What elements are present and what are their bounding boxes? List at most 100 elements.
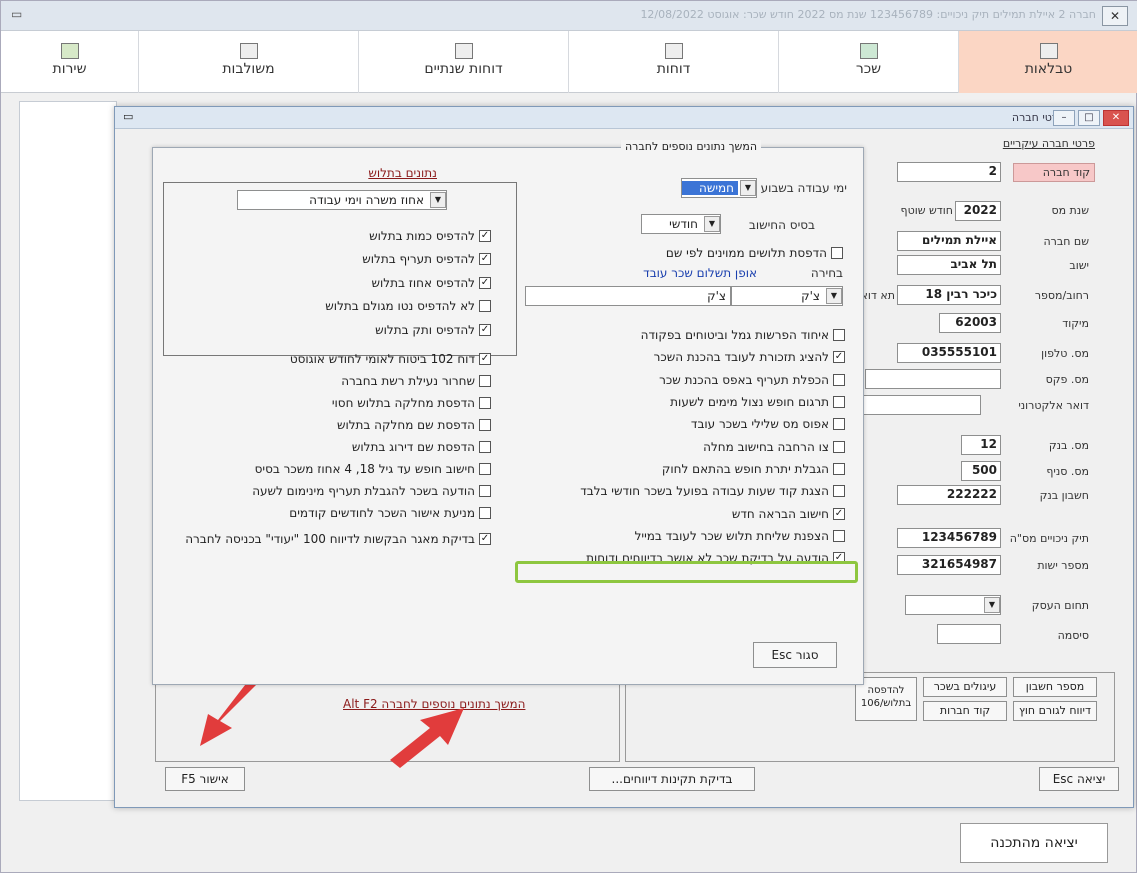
checkbox-item[interactable]: הצגת קוד שעות עבודה בפועל בשכר חודשי בלב…	[505, 480, 845, 502]
toolbar-combined[interactable]: משולבות	[138, 31, 358, 93]
checkbox-checked-icon[interactable]: ✓	[479, 229, 491, 242]
checkbox-checked-icon[interactable]: ✓	[479, 323, 491, 336]
rounding-button[interactable]: עיגולים בשכר	[923, 677, 1007, 697]
minimize-icon[interactable]: –	[1053, 110, 1075, 126]
checkbox-item[interactable]: אפוס מס שלילי בשכר עובד	[505, 413, 845, 435]
checkbox-empty-icon[interactable]	[833, 418, 845, 431]
chevron-down-icon[interactable]: ▼	[984, 597, 1000, 613]
report-external-button[interactable]: דיווח לגורם חוץ	[1013, 701, 1097, 721]
tax-year-field[interactable]: 2022	[955, 201, 1001, 221]
branch-field[interactable]: 500	[961, 461, 1001, 481]
app-icon: ▭	[11, 7, 23, 21]
payment-detail-field[interactable]: צ'ק	[525, 286, 731, 306]
toolbar-tables[interactable]: טבלאות	[958, 31, 1137, 93]
checkbox-empty-icon[interactable]	[833, 485, 845, 498]
checkbox-item[interactable]: ✓ להדפיס אחוז בתלוש	[151, 271, 491, 295]
exit-program-button[interactable]: יציאה מהתכנה	[960, 823, 1108, 863]
company-codes-button[interactable]: קוד חברות	[923, 701, 1007, 721]
checkbox-checked-icon[interactable]: ✓	[833, 351, 845, 364]
business-field-select[interactable]: ▼	[905, 595, 1001, 615]
phone-field[interactable]: 035555101	[897, 343, 1001, 363]
checkbox-item[interactable]: הגבלת יתרת חופש בהתאם לחוק	[505, 458, 845, 480]
checkbox-empty-icon[interactable]	[479, 397, 491, 409]
checkbox-empty-icon[interactable]	[833, 529, 845, 542]
account-field[interactable]: 222222	[897, 485, 1001, 505]
chevron-down-icon[interactable]: ▼	[704, 216, 720, 232]
calc-basis-select[interactable]: ▼ חודשי	[641, 214, 721, 234]
checkbox-item[interactable]: צו הרחבה בחישוב מחלה	[505, 435, 845, 457]
street-field[interactable]: כיכר רבין 18	[897, 285, 1001, 305]
maximize-icon[interactable]: □	[1078, 110, 1100, 126]
checkbox-empty-icon[interactable]	[479, 375, 491, 387]
company-name-field[interactable]: איילת תמילים	[897, 231, 1001, 251]
checkbox-item[interactable]: איחוד הפרשות גמל וביטוחים בפקודה	[505, 324, 845, 346]
print-sorted-checkbox[interactable]: הדפסת תלושים ממוינים לפי שם	[666, 245, 843, 261]
payslip-select[interactable]: ▼ אחוז משרה וימי עבודה	[237, 190, 447, 210]
checkbox-item[interactable]: הדפסת מחלקה בתלוש חסוי	[151, 392, 491, 414]
zip-field[interactable]: 62003	[939, 313, 1001, 333]
toolbar-annual-reports[interactable]: דוחות שנתיים	[358, 31, 568, 93]
deductions-field[interactable]: 123456789	[897, 528, 1001, 548]
payment-type-select[interactable]: ▼ צ'ק	[731, 286, 843, 306]
close-button[interactable]: סגור Esc	[753, 642, 837, 668]
exit-button[interactable]: יציאה Esc	[1039, 767, 1119, 791]
checkbox-empty-icon[interactable]	[479, 441, 491, 453]
fax-field[interactable]	[865, 369, 1001, 389]
checkbox-item[interactable]: ✓ להדפיס תעריף בתלוש	[151, 248, 491, 272]
checkbox-empty-icon[interactable]	[479, 463, 491, 475]
checkbox-item[interactable]: הודעה בשכר להגבלת תעריף מינימום לשעה	[151, 480, 491, 502]
chevron-down-icon[interactable]: ▼	[430, 192, 446, 208]
entity-field[interactable]: 321654987	[897, 555, 1001, 575]
chevron-down-icon[interactable]: ▼	[740, 180, 756, 196]
checkbox-checked-icon[interactable]: ✓	[479, 276, 491, 289]
checkbox-empty-icon[interactable]	[833, 329, 845, 342]
bank-field[interactable]: 12	[961, 435, 1001, 455]
checkbox-empty-icon[interactable]	[833, 373, 845, 386]
city-field[interactable]: תל אביב	[897, 255, 1001, 275]
checkbox-item[interactable]: הכפלת תעריף באפס בהכנת שכר	[505, 369, 845, 391]
checkbox-box[interactable]	[831, 247, 843, 259]
close-icon[interactable]: ✕	[1103, 110, 1129, 126]
table-icon	[1039, 43, 1058, 59]
checkbox-empty-icon[interactable]	[833, 440, 845, 453]
toolbar-salary[interactable]: שכר	[778, 31, 958, 93]
account-number-button[interactable]: מספר חשבון	[1013, 677, 1097, 697]
check-reports-button[interactable]: בדיקת תקינות דיווחים...	[589, 767, 755, 791]
checkbox-label: שחרור נעילת רשת בחברה	[341, 374, 475, 388]
checkbox-empty-icon[interactable]	[479, 507, 491, 519]
toolbar-reports[interactable]: דוחות	[568, 31, 778, 93]
work-days-select[interactable]: ▼ חמישה	[681, 178, 757, 198]
approve-button[interactable]: אישור F5	[165, 767, 245, 791]
checkbox-item[interactable]: תרגום חופש נצול מימים לשעות	[505, 391, 845, 413]
checkbox-item[interactable]: ✓ חישוב הבראה חדש	[505, 502, 845, 524]
checkbox-item[interactable]: ✓ דוח 102 ביטוח לאומי לחודש אוגוסט	[151, 348, 491, 370]
checkbox-item[interactable]: הדפסת שם מחלקה בתלוש	[151, 414, 491, 436]
checkbox-empty-icon[interactable]	[479, 485, 491, 497]
checkbox-empty-icon[interactable]	[479, 419, 491, 431]
checkbox-item[interactable]: ✓ בדיקת מאגר הבקשות לדיווח 100 "יעודי" בכ…	[151, 524, 491, 554]
checkbox-item[interactable]: ✓ להציג תזכורת לעובד בהכנת השכר	[505, 346, 845, 368]
toolbar-service[interactable]: שירות	[1, 31, 138, 93]
checkbox-empty-icon[interactable]	[833, 462, 845, 475]
checkbox-item[interactable]: חישוב חופש עד גיל 18, 4 אחוז משכר בסיס	[151, 458, 491, 480]
checkbox-item[interactable]: לא להדפיס נטו מגולם בתלוש	[151, 295, 491, 319]
checkbox-item[interactable]: ✓ להדפיס כמות בתלוש	[151, 224, 491, 248]
chevron-down-icon[interactable]: ▼	[826, 288, 842, 304]
close-icon[interactable]: ✕	[1102, 6, 1128, 26]
checkbox-empty-icon[interactable]	[479, 300, 491, 313]
checkbox-item[interactable]: הדפסת שם דירוג בתלוש	[151, 436, 491, 458]
password-field[interactable]	[937, 624, 1001, 644]
print-106-button[interactable]: להדפסה בתלוש/106	[855, 677, 917, 721]
checkbox-checked-icon[interactable]: ✓	[479, 253, 491, 266]
red-arrow-right	[390, 708, 464, 768]
checkbox-checked-icon[interactable]: ✓	[479, 533, 491, 545]
company-code-field[interactable]: 2	[897, 162, 1001, 182]
checkbox-item[interactable]: ✓ להדפיס ותק בתלוש	[151, 318, 491, 342]
checkbox-item[interactable]: שחרור נעילת רשת בחברה	[151, 370, 491, 392]
checkbox-checked-icon[interactable]: ✓	[833, 507, 845, 520]
checkbox-checked-icon[interactable]: ✓	[479, 353, 491, 365]
payslip-title: נתונים בתלוש	[368, 166, 437, 180]
checkbox-item[interactable]: מניעת אישור השכר לחודשים קודמים	[151, 502, 491, 524]
checkbox-empty-icon[interactable]	[833, 396, 845, 409]
checkbox-item[interactable]: הצפנת שליחת תלוש שכר לעובד במייל	[505, 525, 845, 547]
